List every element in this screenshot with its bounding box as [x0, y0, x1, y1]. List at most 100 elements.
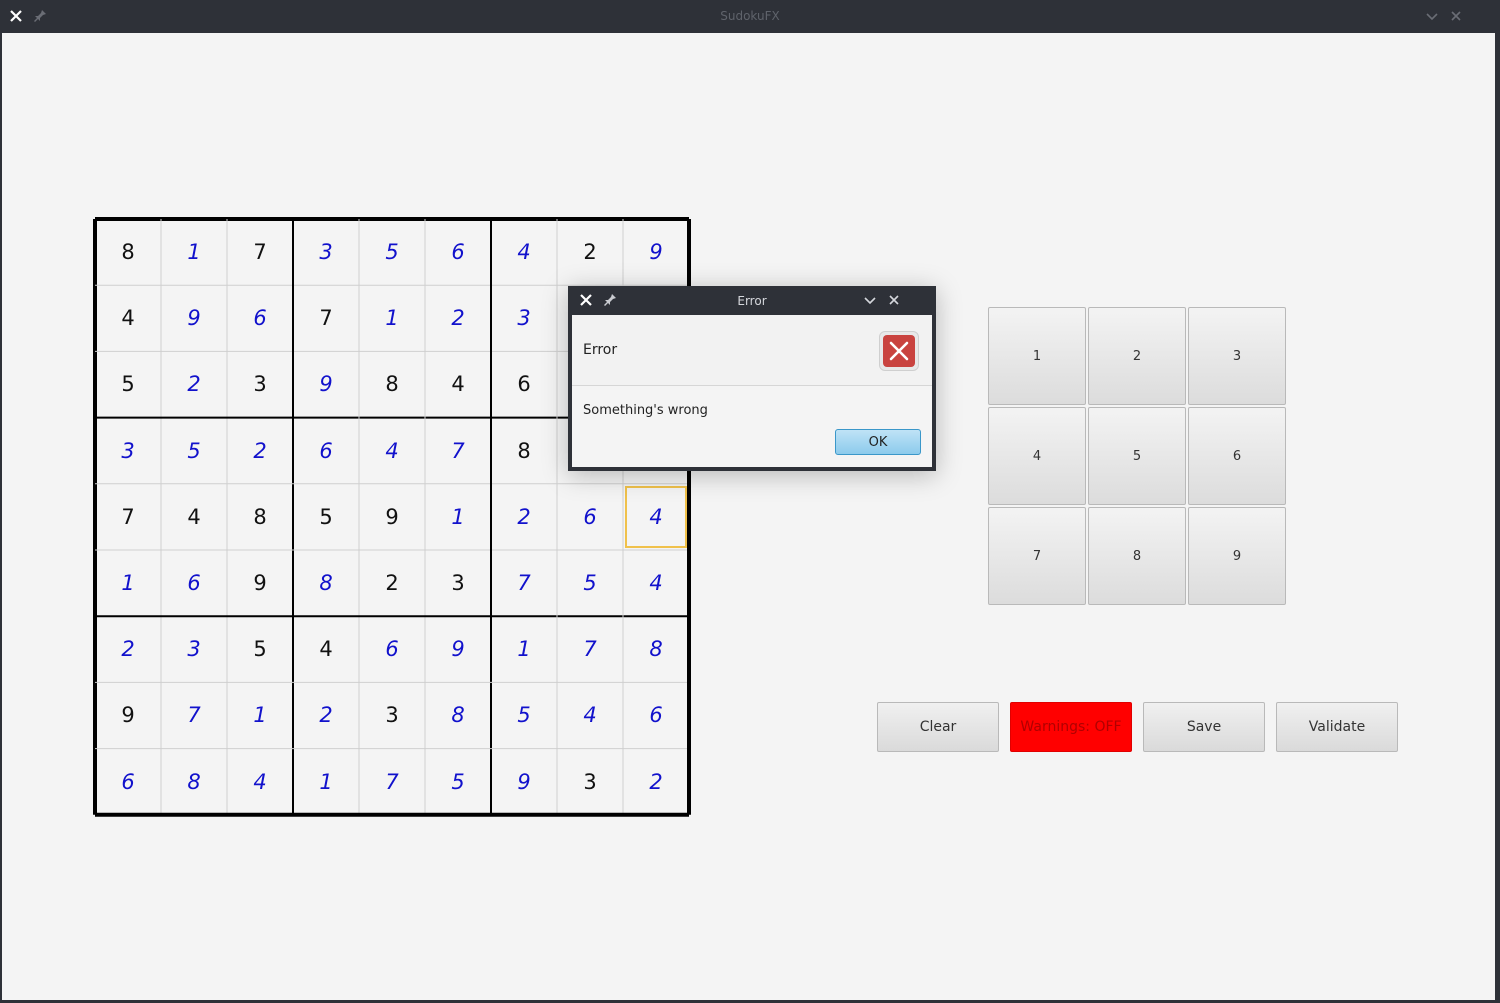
sudoku-cell[interactable]: 2: [294, 683, 358, 747]
sudoku-cell[interactable]: 7: [96, 485, 160, 549]
sudoku-cell[interactable]: 4: [558, 683, 622, 747]
sudoku-cell[interactable]: 4: [360, 419, 424, 483]
sudoku-cell[interactable]: 3: [294, 220, 358, 284]
sudoku-cell[interactable]: 3: [228, 352, 292, 416]
sudoku-cell[interactable]: 2: [558, 220, 622, 284]
close-icon[interactable]: [1448, 8, 1464, 24]
sudoku-cell[interactable]: 7: [228, 220, 292, 284]
sudoku-cell[interactable]: 2: [492, 485, 556, 549]
number-pad-button[interactable]: 5: [1088, 407, 1186, 505]
sudoku-cell[interactable]: 6: [162, 551, 226, 615]
sudoku-cell[interactable]: 3: [558, 750, 622, 814]
number-pad-button[interactable]: 9: [1188, 507, 1286, 605]
sudoku-cell[interactable]: 6: [558, 485, 622, 549]
sudoku-cell[interactable]: 1: [360, 286, 424, 350]
sudoku-cell[interactable]: 9: [96, 683, 160, 747]
window-titlebar: SudokuFX: [0, 0, 1500, 33]
sudoku-cell[interactable]: 6: [624, 683, 688, 747]
sudoku-cell[interactable]: 1: [294, 750, 358, 814]
number-pad-button[interactable]: 6: [1188, 407, 1286, 505]
sudoku-cell[interactable]: 6: [360, 617, 424, 681]
dialog-body: Error Something's wrong OK: [572, 315, 932, 467]
sudoku-cell[interactable]: 6: [492, 352, 556, 416]
sudoku-cell[interactable]: 9: [492, 750, 556, 814]
validate-button[interactable]: Validate: [1276, 702, 1398, 752]
sudoku-cell[interactable]: 7: [294, 286, 358, 350]
sudoku-cell[interactable]: 5: [294, 485, 358, 549]
sudoku-cell[interactable]: 9: [162, 286, 226, 350]
sudoku-cell[interactable]: 5: [162, 419, 226, 483]
sudoku-cell[interactable]: 7: [426, 419, 490, 483]
sudoku-cell[interactable]: 8: [162, 750, 226, 814]
sudoku-cell[interactable]: 8: [624, 617, 688, 681]
sudoku-cell[interactable]: 1: [228, 683, 292, 747]
number-pad-button[interactable]: 8: [1088, 507, 1186, 605]
dialog-minimize-icon[interactable]: [862, 292, 878, 308]
warnings-toggle-button[interactable]: Warnings: OFF: [1010, 702, 1132, 752]
sudoku-cell[interactable]: 3: [162, 617, 226, 681]
sudoku-cell[interactable]: 7: [558, 617, 622, 681]
sudoku-cell[interactable]: 7: [492, 551, 556, 615]
sudoku-cell[interactable]: 4: [96, 286, 160, 350]
sudoku-cell[interactable]: 6: [426, 220, 490, 284]
sudoku-cell[interactable]: 1: [426, 485, 490, 549]
sudoku-cell[interactable]: 8: [426, 683, 490, 747]
sudoku-cell[interactable]: 2: [228, 419, 292, 483]
sudoku-cell[interactable]: 8: [96, 220, 160, 284]
number-pad-button[interactable]: 2: [1088, 307, 1186, 405]
save-button[interactable]: Save: [1143, 702, 1265, 752]
sudoku-cell[interactable]: 7: [162, 683, 226, 747]
sudoku-cell[interactable]: 5: [228, 617, 292, 681]
sudoku-cell[interactable]: 8: [360, 352, 424, 416]
sudoku-cell[interactable]: 4: [624, 485, 688, 549]
sudoku-cell[interactable]: 4: [426, 352, 490, 416]
sudoku-cell[interactable]: 5: [426, 750, 490, 814]
sudoku-cell[interactable]: 4: [162, 485, 226, 549]
sudoku-cell[interactable]: 6: [294, 419, 358, 483]
number-pad-button[interactable]: 3: [1188, 307, 1286, 405]
sudoku-cell[interactable]: 6: [96, 750, 160, 814]
minimize-icon[interactable]: [1424, 8, 1440, 24]
dialog-title: Error: [737, 294, 767, 308]
sudoku-cell[interactable]: 8: [294, 551, 358, 615]
sudoku-cell[interactable]: 2: [96, 617, 160, 681]
sudoku-cell[interactable]: 1: [96, 551, 160, 615]
sudoku-cell[interactable]: 9: [360, 485, 424, 549]
number-pad-button[interactable]: 1: [988, 307, 1086, 405]
sudoku-cell[interactable]: 3: [360, 683, 424, 747]
dialog-header-text: Error: [583, 342, 618, 358]
sudoku-cell[interactable]: 2: [162, 352, 226, 416]
sudoku-cell[interactable]: 9: [624, 220, 688, 284]
sudoku-cell[interactable]: 3: [426, 551, 490, 615]
dialog-close-icon[interactable]: [886, 292, 902, 308]
sudoku-cell[interactable]: 2: [360, 551, 424, 615]
ok-button[interactable]: OK: [835, 429, 921, 455]
sudoku-cell[interactable]: 3: [492, 286, 556, 350]
sudoku-cell[interactable]: 5: [558, 551, 622, 615]
sudoku-cell[interactable]: 1: [162, 220, 226, 284]
sudoku-cell[interactable]: 2: [426, 286, 490, 350]
sudoku-cell[interactable]: 8: [228, 485, 292, 549]
sudoku-cell[interactable]: 5: [492, 683, 556, 747]
window-title: SudokuFX: [720, 9, 780, 23]
sudoku-cell[interactable]: 9: [426, 617, 490, 681]
number-pad-button[interactable]: 7: [988, 507, 1086, 605]
sudoku-cell[interactable]: 4: [624, 551, 688, 615]
sudoku-cell[interactable]: 4: [492, 220, 556, 284]
clear-button[interactable]: Clear: [877, 702, 999, 752]
sudoku-cell[interactable]: 5: [360, 220, 424, 284]
dialog-header: Error: [572, 315, 932, 386]
sudoku-cell[interactable]: 4: [228, 750, 292, 814]
sudoku-cell[interactable]: 7: [360, 750, 424, 814]
number-pad-button[interactable]: 4: [988, 407, 1086, 505]
sudoku-cell[interactable]: 4: [294, 617, 358, 681]
sudoku-cell[interactable]: 9: [228, 551, 292, 615]
sudoku-cell[interactable]: 1: [492, 617, 556, 681]
sudoku-cell[interactable]: 5: [96, 352, 160, 416]
sudoku-cell[interactable]: 8: [492, 419, 556, 483]
sudoku-cell[interactable]: 6: [228, 286, 292, 350]
sudoku-cell[interactable]: 3: [96, 419, 160, 483]
sudoku-cell[interactable]: 9: [294, 352, 358, 416]
number-pad: 123 456 789: [988, 307, 1288, 607]
sudoku-cell[interactable]: 2: [624, 750, 688, 814]
